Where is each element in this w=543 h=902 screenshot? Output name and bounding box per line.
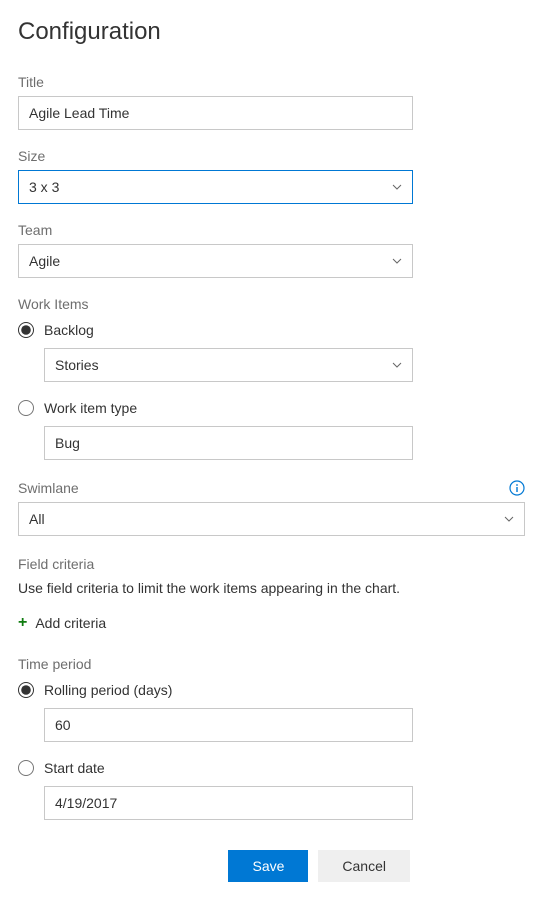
start-date-input[interactable] (44, 786, 413, 820)
rolling-period-radio[interactable] (18, 682, 34, 698)
size-select[interactable]: 3 x 3 (18, 170, 413, 204)
field-criteria-label: Field criteria (18, 556, 525, 572)
backlog-select[interactable]: Stories (44, 348, 413, 382)
swimlane-select[interactable]: All (18, 502, 525, 536)
start-date-radio-label[interactable]: Start date (44, 760, 105, 776)
backlog-select-value: Stories (55, 357, 99, 373)
team-select-value: Agile (29, 253, 60, 269)
rolling-period-radio-label[interactable]: Rolling period (days) (44, 682, 172, 698)
work-item-type-radio-label[interactable]: Work item type (44, 400, 137, 416)
size-label: Size (18, 148, 413, 164)
title-label: Title (18, 74, 413, 90)
add-criteria-button[interactable]: + Add criteria (18, 614, 106, 632)
add-criteria-label: Add criteria (35, 615, 106, 631)
save-button[interactable]: Save (228, 850, 308, 882)
page-title: Configuration (18, 18, 525, 46)
backlog-radio[interactable] (18, 322, 34, 338)
swimlane-select-value: All (29, 511, 45, 527)
cancel-button[interactable]: Cancel (318, 850, 410, 882)
size-select-value: 3 x 3 (29, 179, 59, 195)
work-item-type-radio[interactable] (18, 400, 34, 416)
team-label: Team (18, 222, 413, 238)
info-icon[interactable] (509, 480, 525, 496)
work-items-label: Work Items (18, 296, 525, 312)
title-input[interactable] (18, 96, 413, 130)
work-item-type-input[interactable] (44, 426, 413, 460)
rolling-period-input[interactable] (44, 708, 413, 742)
plus-icon: + (18, 614, 27, 632)
time-period-label: Time period (18, 656, 525, 672)
team-select[interactable]: Agile (18, 244, 413, 278)
backlog-radio-label[interactable]: Backlog (44, 322, 94, 338)
field-criteria-description: Use field criteria to limit the work ite… (18, 580, 525, 596)
start-date-radio[interactable] (18, 760, 34, 776)
swimlane-label: Swimlane (18, 480, 79, 496)
